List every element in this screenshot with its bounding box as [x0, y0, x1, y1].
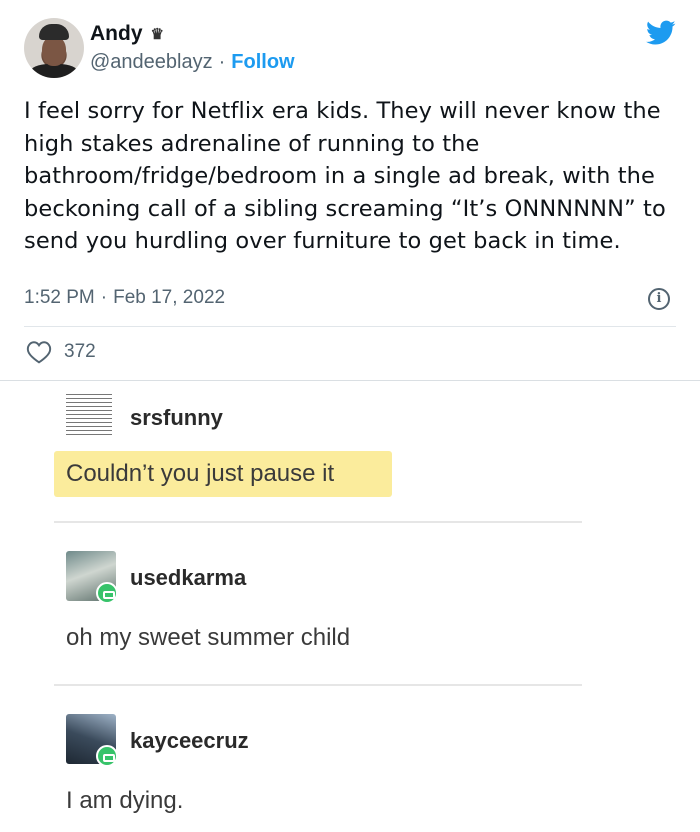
tweet-time: 1:52 PM — [24, 287, 95, 308]
reblog-badge-icon — [96, 745, 118, 767]
author-handle[interactable]: @andeeblayz — [90, 51, 213, 74]
crown-icon: ♛ — [150, 26, 164, 43]
follow-button[interactable]: Follow — [231, 51, 294, 74]
like-count: 372 — [64, 341, 96, 362]
separator-dot: · — [218, 51, 226, 73]
handle-row: @andeeblayz · Follow — [90, 51, 295, 74]
author-name[interactable]: Andy — [90, 22, 143, 46]
post-text: Couldn’t you just pause it — [66, 460, 335, 487]
post-divider — [54, 521, 582, 523]
separator-dot: · — [100, 287, 108, 308]
post-username[interactable]: usedkarma — [130, 565, 246, 591]
like-button[interactable]: 372 — [26, 340, 96, 364]
tweet-text: I feel sorry for Netflix era kids. They … — [24, 98, 666, 254]
twitter-bird-icon[interactable] — [646, 20, 676, 46]
post-username[interactable]: kayceecruz — [130, 728, 249, 754]
tweet-card: Andy ♛ @andeeblayz · Follow I feel sorry… — [0, 0, 700, 380]
post-divider — [54, 684, 582, 686]
info-icon[interactable]: i — [648, 288, 670, 310]
post-text: oh my sweet summer child — [66, 624, 351, 651]
author-name-row: Andy ♛ — [90, 22, 164, 46]
reblog-badge-icon — [96, 582, 118, 604]
divider — [24, 326, 676, 327]
heart-icon — [26, 341, 52, 364]
tweet-timestamp[interactable]: 1:52 PM · Feb 17, 2022 — [24, 287, 225, 309]
tweet-date: Feb 17, 2022 — [113, 287, 226, 308]
user-avatar[interactable] — [66, 394, 112, 438]
author-avatar[interactable] — [24, 18, 84, 78]
post-text: I am dying. — [66, 787, 184, 814]
post-username[interactable]: srsfunny — [130, 405, 223, 431]
tumblr-thread-image: srsfunny Couldn’t you just pause it used… — [0, 381, 700, 832]
